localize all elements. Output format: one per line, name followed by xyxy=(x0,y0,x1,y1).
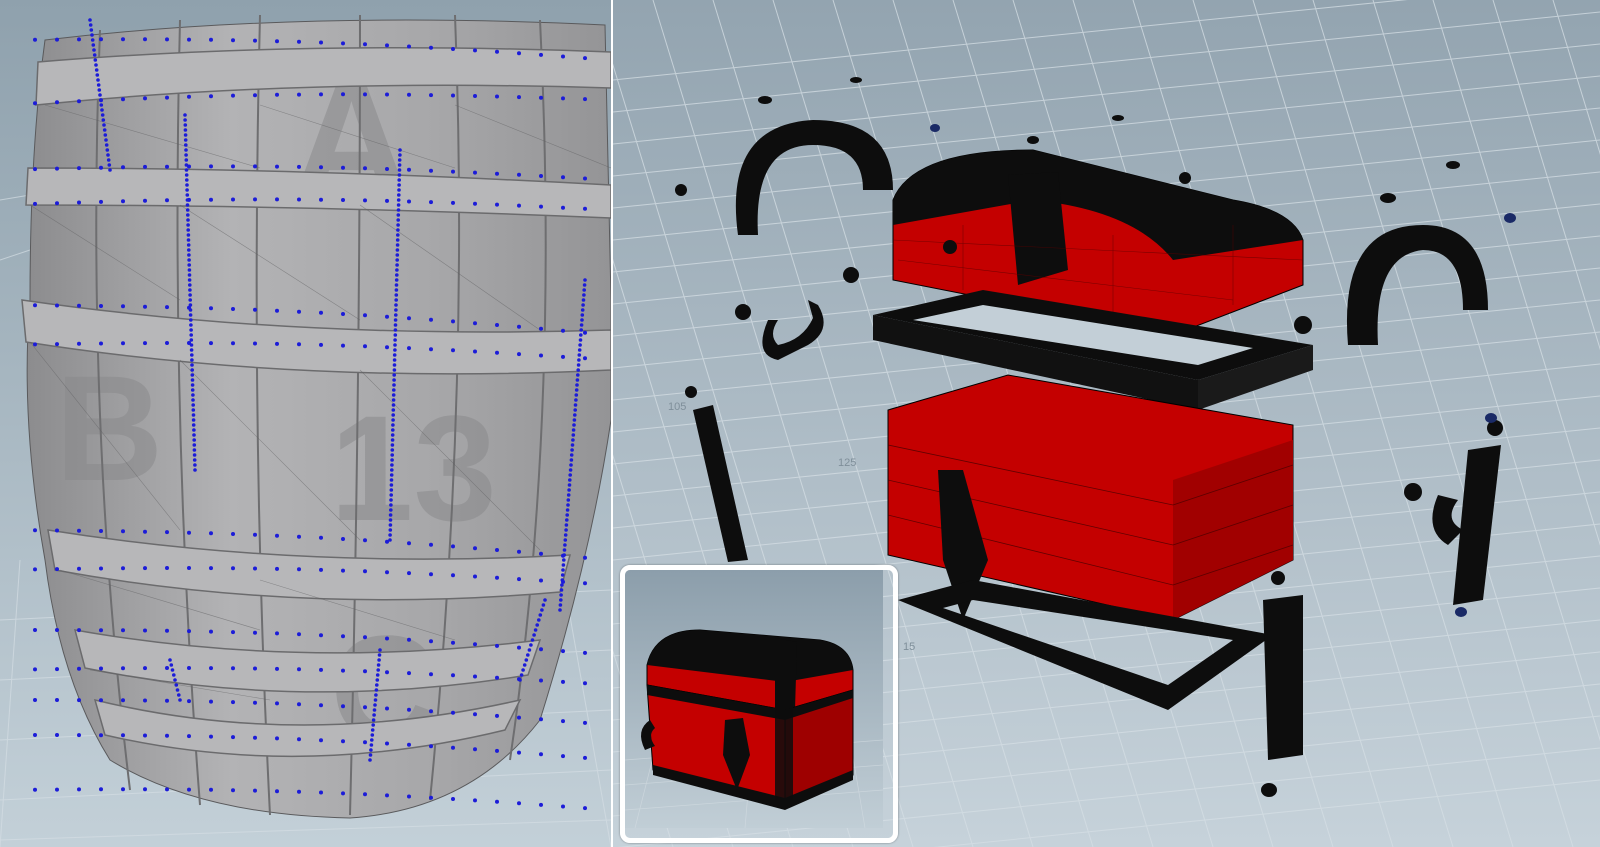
decal-b: B xyxy=(55,344,163,512)
grid-label-125: 125 xyxy=(838,457,856,469)
assembled-chest-inset xyxy=(620,565,898,843)
grid-label-105: 105 xyxy=(668,401,686,413)
barrel-viewport[interactable]: A B 13 C xyxy=(0,0,611,847)
grid-label-15: 15 xyxy=(903,641,915,653)
lid-strap xyxy=(1008,172,1068,285)
barrel-viewport-canvas: A B 13 C xyxy=(0,0,611,847)
inset-canvas xyxy=(625,570,883,828)
front-strap[interactable] xyxy=(1263,595,1303,760)
composite-screenshot: A B 13 C xyxy=(0,0,1600,847)
